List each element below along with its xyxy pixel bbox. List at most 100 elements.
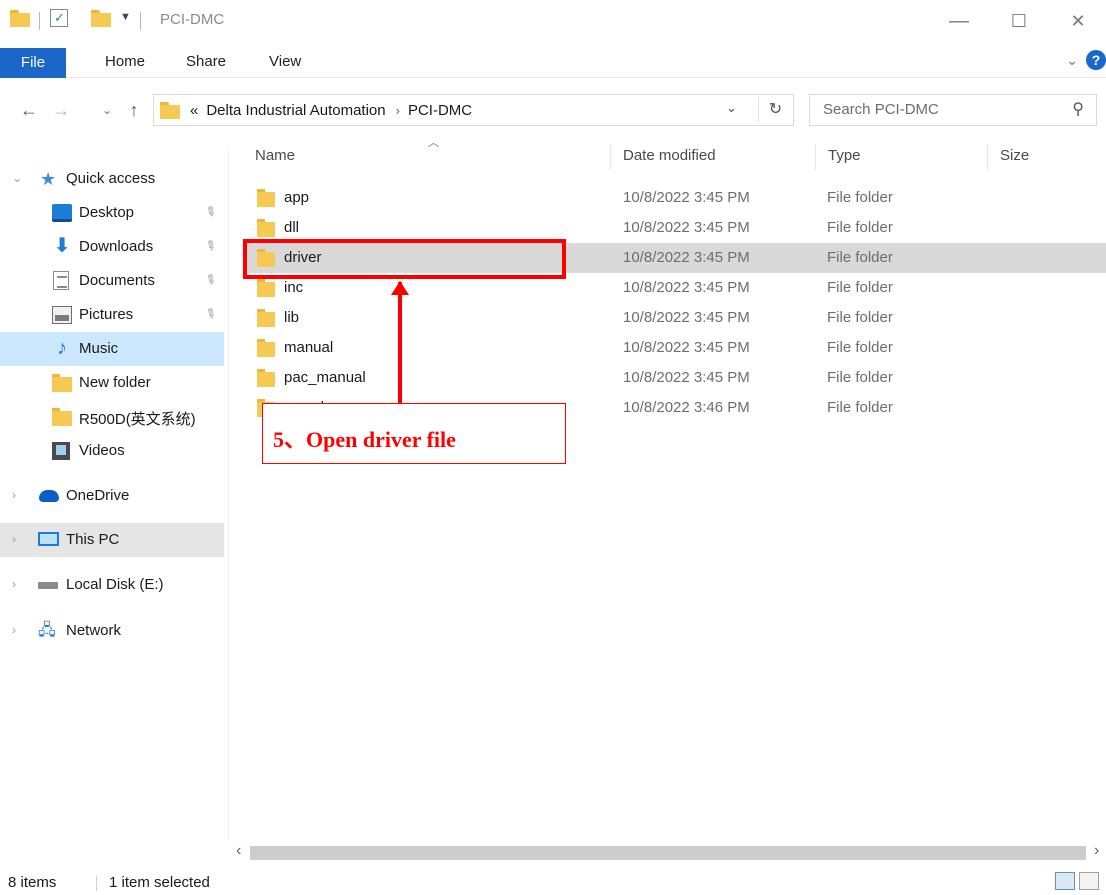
large-icons-view-icon[interactable] [1079,872,1099,890]
column-header-date[interactable]: Date modified [623,147,716,164]
sidebar-item-label: Desktop [79,204,135,221]
maximize-button[interactable]: ☐ [1004,8,1034,34]
scroll-right-icon[interactable]: › [1094,842,1099,860]
arrow-up-icon [391,281,409,295]
file-name: lib [284,309,300,326]
sidebar-item-pictures[interactable]: Pictures ✎ [0,298,224,332]
sidebar-item-quick-access[interactable]: ⌄ ★ Quick access [0,162,224,196]
this-pc-icon [38,532,59,546]
column-header-name[interactable]: Name [255,147,295,164]
refresh-icon[interactable]: ↻ [758,97,792,123]
sidebar-item-label: Music [79,340,119,357]
pin-icon: ✎ [201,304,220,323]
scroll-left-icon[interactable]: ‹ [236,842,241,860]
tab-share[interactable]: Share [176,49,236,75]
column-divider[interactable] [610,144,611,170]
tab-file[interactable]: File [0,48,66,78]
item-count: 8 items [8,874,57,891]
horizontal-scrollbar[interactable]: ‹ › [230,840,1106,866]
sidebar-item-label: Pictures [79,306,134,323]
sidebar-item-music[interactable]: ♪ Music [0,332,224,366]
sidebar-item-label: R500D(英文系统) [79,411,196,428]
expand-ribbon-icon[interactable]: ⌄ [1066,52,1078,69]
file-row[interactable]: manual 10/8/2022 3:45 PM File folder [246,333,1106,363]
search-icon[interactable]: ⚲ [1072,95,1084,125]
title-bar: ✓ ▼ PCI-DMC — ☐ ✕ [0,0,1106,44]
close-button[interactable]: ✕ [1063,8,1093,34]
chevron-right-icon[interactable]: › [12,488,16,502]
column-divider[interactable] [987,144,988,170]
file-type: File folder [827,369,893,386]
folder-icon [257,369,275,387]
file-date: 10/8/2022 3:45 PM [623,249,750,266]
sidebar-item-documents[interactable]: Documents ✎ [0,264,224,298]
forward-button[interactable]: → [48,96,74,124]
file-type: File folder [827,249,893,266]
file-name: inc [284,279,304,296]
up-button[interactable]: ↑ [121,96,147,124]
breadcrumb-separator-icon[interactable]: › [396,103,400,118]
file-date: 10/8/2022 3:45 PM [623,369,750,386]
file-type: File folder [827,279,893,296]
sidebar-item-local-disk[interactable]: › Local Disk (E:) [0,568,224,602]
sidebar-item-network[interactable]: › 🖧 Network [0,614,224,648]
folder-icon [257,279,275,297]
new-folder-icon[interactable] [91,10,111,27]
downloads-icon: ⬇ [53,235,71,257]
network-icon: 🖧 [38,622,56,639]
sidebar-item-label: Videos [79,442,125,459]
help-icon[interactable]: ? [1086,50,1106,70]
desktop-icon [52,204,72,222]
address-dropdown-icon[interactable]: ⌄ [726,100,737,116]
sidebar-item-label: Documents [79,272,155,289]
address-bar[interactable]: « Delta Industrial Automation › PCI-DMC … [153,94,794,126]
annotation-callout: 5、Open driver file [262,403,566,464]
breadcrumb-item[interactable]: Delta Industrial Automation [206,102,385,119]
folder-icon [257,189,275,207]
sidebar-item-videos[interactable]: Videos [0,434,224,468]
back-button[interactable]: ← [16,96,42,124]
minimize-button[interactable]: — [944,8,974,34]
navigation-bar: ← → ⌄ ↑ « Delta Industrial Automation › … [0,88,1106,132]
file-name: app [284,189,310,206]
scroll-thumb[interactable] [250,846,1086,860]
column-header-size[interactable]: Size [1000,147,1029,164]
sidebar-item-label: OneDrive [66,487,130,504]
column-divider[interactable] [815,144,816,170]
chevron-down-icon[interactable]: ⌄ [12,171,22,185]
sidebar-item-label: Downloads [79,238,154,255]
sidebar-item-label: New folder [79,374,151,391]
breadcrumb-overflow[interactable]: « [190,102,198,119]
videos-icon [52,442,70,460]
tab-home[interactable]: Home [95,49,155,75]
sidebar-item-onedrive[interactable]: › OneDrive [0,479,224,513]
chevron-right-icon[interactable]: › [12,623,16,637]
file-date: 10/8/2022 3:46 PM [623,399,750,416]
recent-locations-button[interactable]: ⌄ [94,96,120,124]
file-row[interactable]: pac_manual 10/8/2022 3:45 PM File folder [246,363,1106,393]
folder-icon [52,408,72,426]
sidebar-item-downloads[interactable]: ⬇ Downloads ✎ [0,230,224,264]
file-name: manual [284,339,334,356]
sidebar-item-new-folder[interactable]: New folder [0,366,224,400]
annotation-text: 5、Open driver file [273,427,456,452]
sort-ascending-icon: ︿ [428,137,439,149]
sidebar-item-desktop[interactable]: Desktop ✎ [0,196,224,230]
file-row[interactable]: app 10/8/2022 3:45 PM File folder [246,183,1106,213]
tab-view[interactable]: View [259,49,311,75]
properties-icon[interactable]: ✓ [50,9,68,27]
column-header-type[interactable]: Type [828,147,861,164]
file-row[interactable]: lib 10/8/2022 3:45 PM File folder [246,303,1106,333]
sidebar-item-this-pc[interactable]: › This PC [0,523,224,557]
chevron-right-icon[interactable]: › [12,577,16,591]
navigation-pane: ⌄ ★ Quick access Desktop ✎ ⬇ Downloads ✎… [0,150,229,840]
highlight-box [243,239,566,279]
chevron-right-icon[interactable]: › [12,532,16,546]
search-input[interactable]: Search PCI-DMC ⚲ [809,94,1097,126]
customize-toolbar-icon[interactable]: ▼ [120,11,131,23]
documents-icon [53,271,69,290]
details-view-icon[interactable] [1055,872,1075,890]
sidebar-item-r500d[interactable]: R500D(英文系统) [0,400,224,434]
search-placeholder: Search PCI-DMC [823,101,939,118]
breadcrumb-item[interactable]: PCI-DMC [408,102,472,119]
